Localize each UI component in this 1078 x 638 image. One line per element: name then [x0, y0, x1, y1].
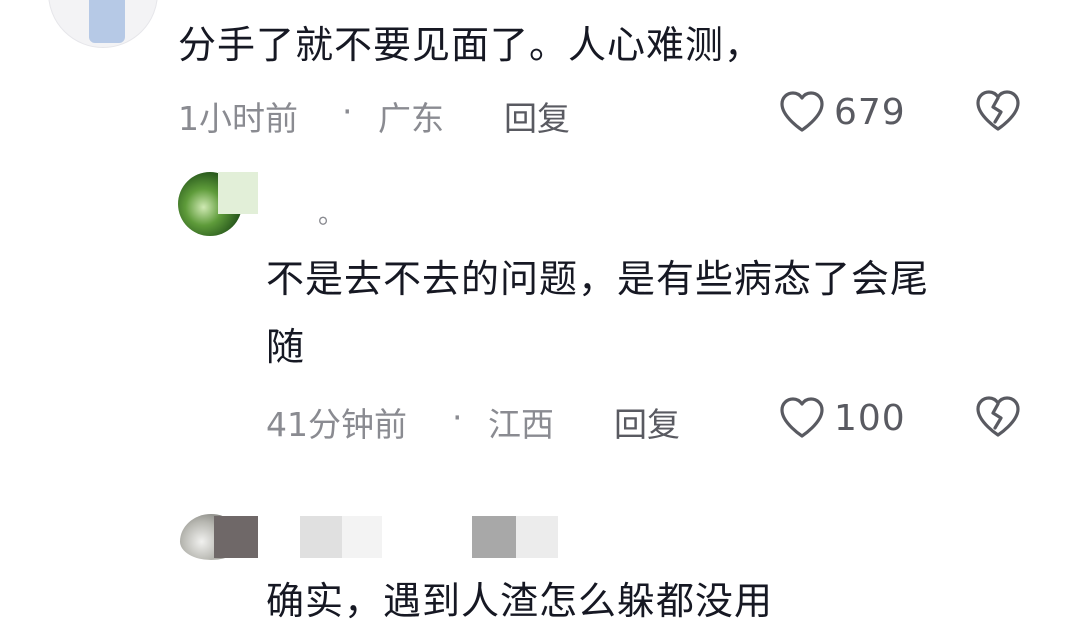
comment-text-line1: 不是去不去的问题，是有些病态了会尾: [266, 257, 930, 301]
comment-text-line2: 随: [266, 325, 306, 369]
comment-time: 1小时前: [178, 99, 298, 138]
username-redacted: [214, 516, 258, 558]
username-redacted: [218, 172, 258, 214]
reply-button[interactable]: 回复: [504, 92, 570, 140]
broken-heart-icon: [976, 396, 1020, 437]
username-redacted: [472, 516, 516, 558]
meta-separator: ·: [342, 92, 353, 131]
comment-location: 江西: [488, 405, 554, 444]
username-redacted: [342, 516, 382, 558]
reply-button[interactable]: 回复: [614, 398, 680, 446]
avatar[interactable]: [48, 0, 158, 48]
username[interactable]: 。: [318, 194, 344, 231]
heart-outline-icon: [780, 91, 824, 132]
username-redacted: [516, 516, 558, 558]
comment-text: 确实，遇到人渣怎么躲都没用: [266, 579, 774, 623]
avatar-image: [89, 0, 125, 43]
dislike-button[interactable]: [974, 394, 1022, 444]
like-count: 679: [834, 91, 906, 133]
broken-heart-icon: [976, 90, 1020, 131]
comment-text: 分手了就不要见面了。人心难测，: [178, 23, 764, 67]
username-redacted: [300, 516, 342, 558]
like-button[interactable]: 100: [778, 392, 906, 444]
comment-location: 广东: [378, 99, 444, 138]
like-button[interactable]: 679: [778, 86, 906, 138]
meta-separator: ·: [452, 398, 463, 437]
dislike-button[interactable]: [974, 88, 1022, 138]
like-count: 100: [834, 397, 906, 439]
comment-time: 41分钟前: [266, 405, 407, 444]
heart-outline-icon: [780, 397, 824, 438]
